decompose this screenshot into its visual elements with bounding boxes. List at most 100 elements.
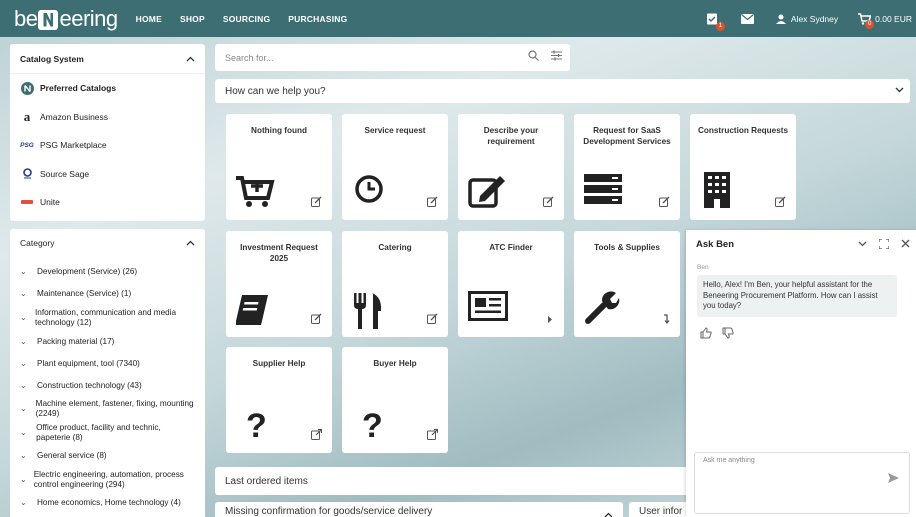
sourcesage-icon: [20, 168, 34, 179]
user-menu[interactable]: Alex Sydney: [775, 13, 839, 24]
chat-input-placeholder: Ask me anything: [703, 457, 755, 464]
newspaper-icon: [468, 291, 508, 324]
mail-icon: [741, 13, 755, 24]
messages-button[interactable]: [740, 12, 756, 26]
cart-button[interactable]: 0 0.00 EUR: [858, 12, 912, 29]
category-item[interactable]: ⌄ Packing material (17): [10, 331, 205, 353]
logo[interactable]: be eering: [14, 6, 118, 32]
chat-message: Hello, Alex! I'm Ben, your helpful assis…: [697, 275, 897, 317]
tile-title: ATC Finder: [489, 243, 533, 252]
psg-icon: PSG: [20, 141, 34, 149]
missing-confirmation-header[interactable]: Missing confirmation for goods/service d…: [215, 502, 623, 517]
chevron-down-icon: ⌄: [20, 451, 27, 460]
category-item[interactable]: ⌄ General service (8): [10, 445, 205, 467]
chevron-down-icon: ⌄: [20, 313, 27, 322]
edit-icon: [775, 196, 786, 210]
last-ordered-title: Last ordered items: [225, 475, 308, 487]
category-label: Packing material (17): [37, 337, 115, 346]
nav-purchasing[interactable]: PURCHASING: [288, 14, 347, 24]
wrench-icon: [584, 289, 620, 328]
minimize-chevron-icon[interactable]: [858, 239, 867, 252]
unite-icon: [20, 200, 34, 205]
chevron-down-icon: ⌄: [20, 404, 27, 413]
tile-buyer-help[interactable]: Buyer Help ?: [342, 347, 448, 453]
send-icon[interactable]: [888, 473, 899, 485]
chat-input[interactable]: Ask me anything: [694, 452, 910, 514]
tile-saas-request[interactable]: Request for SaaS Development Services: [574, 114, 680, 220]
search-icon[interactable]: [528, 50, 539, 63]
category-item[interactable]: ⌄ Electric engineering, automation, proce…: [10, 467, 205, 493]
tile-service-request[interactable]: Service request: [342, 114, 448, 220]
external-link-icon: [311, 428, 323, 443]
search-bar: Search for...: [215, 44, 570, 71]
play-icon: [546, 315, 554, 327]
category-item[interactable]: ⌄ Machine element, fastener, fixing, moun…: [10, 397, 205, 421]
catalog-item-sourcesage[interactable]: Source Sage: [10, 160, 205, 189]
message-sender: Ben: [697, 264, 709, 271]
user-icon: [775, 14, 786, 24]
thumbs-down-icon[interactable]: [722, 327, 734, 342]
category-item[interactable]: ⌄ Plant equipment, tool (7340): [10, 353, 205, 375]
tile-investment-request[interactable]: Investment Request 2025: [226, 231, 332, 337]
tile-catering[interactable]: Catering: [342, 231, 448, 337]
catalog-system-panel: Catalog System Preferred Catalogs a Amaz…: [10, 44, 205, 221]
building-icon: [704, 172, 730, 211]
tile-supplier-help[interactable]: Supplier Help ?: [226, 347, 332, 453]
thumbs-up-icon[interactable]: [700, 327, 712, 342]
edit-icon: [427, 313, 438, 327]
category-label: Information, communication and media tec…: [35, 308, 177, 327]
nav-home[interactable]: HOME: [136, 14, 162, 24]
catalog-item-psg[interactable]: PSG PSG Marketplace: [10, 131, 205, 160]
chevron-down-icon: ⌄: [20, 428, 27, 437]
approvals-button[interactable]: 1: [704, 12, 725, 31]
tile-tools-supplies[interactable]: Tools & Supplies: [574, 231, 680, 337]
edit-icon: [311, 196, 322, 210]
edit-icon: [427, 196, 438, 210]
pencil-note-icon: [468, 174, 508, 211]
category-label: Plant equipment, tool (7340): [37, 359, 140, 368]
chevron-up-icon: [186, 54, 195, 64]
tile-construction-requests[interactable]: Construction Requests: [690, 114, 796, 220]
last-ordered-header[interactable]: Last ordered items: [215, 467, 695, 495]
catalog-item-amazon[interactable]: a Amazon Business: [10, 103, 205, 132]
expand-icon[interactable]: [878, 238, 890, 252]
category-label: Office product, facility and technic, pa…: [36, 423, 161, 442]
tile-atc-finder[interactable]: ATC Finder: [458, 231, 564, 337]
filter-settings-icon[interactable]: [551, 50, 562, 63]
book-icon: [236, 295, 268, 328]
category-item[interactable]: ⌄ Information, communication and media te…: [10, 305, 205, 331]
clock-icon: [354, 174, 384, 207]
tile-describe-requirement[interactable]: Describe your requirement: [458, 114, 564, 220]
user-name: Alex Sydney: [790, 13, 839, 24]
catalog-item-label: Source Sage: [40, 168, 90, 179]
catalog-item-label: PSG Marketplace: [40, 140, 107, 151]
nav-shop[interactable]: SHOP: [180, 14, 205, 24]
chevron-up-icon: [604, 510, 613, 517]
cutlery-icon: [354, 293, 382, 332]
chevron-down-icon: [895, 85, 904, 96]
tile-title: Investment Request 2025: [240, 243, 318, 263]
close-icon[interactable]: [901, 239, 910, 252]
chat-title: Ask Ben: [696, 238, 735, 250]
catalog-system-header[interactable]: Catalog System: [10, 44, 205, 74]
tile-title: Describe your requirement: [483, 126, 539, 146]
search-input[interactable]: Search for...: [225, 53, 274, 63]
catalog-item-unite[interactable]: Unite: [10, 188, 205, 217]
chevron-down-icon: ⌄: [20, 381, 27, 390]
category-item[interactable]: ⌄ Maintenance (Service) (1): [10, 283, 205, 305]
catalog-item-preferred[interactable]: Preferred Catalogs: [10, 74, 205, 103]
nav-sourcing[interactable]: SOURCING: [223, 14, 270, 24]
category-item[interactable]: ⌄ Home economics, Home technology (4): [10, 493, 205, 513]
category-item[interactable]: ⌄ Construction technology (43): [10, 375, 205, 397]
help-title: How can we help you?: [225, 85, 326, 97]
catalog-item-label: Preferred Catalogs: [40, 83, 117, 94]
category-item[interactable]: ⌄ Office product, facility and technic, p…: [10, 421, 205, 445]
tile-nothing-found[interactable]: Nothing found: [226, 114, 332, 220]
tile-title: Nothing found: [251, 126, 307, 135]
category-label: Maintenance (Service) (1): [37, 289, 132, 298]
tile-title: Catering: [378, 243, 412, 252]
category-header[interactable]: Category: [10, 229, 205, 257]
help-section-header[interactable]: How can we help you?: [215, 79, 910, 103]
category-item[interactable]: ⌄ Development (Service) (26): [10, 261, 205, 283]
category-label: Construction technology (43): [37, 381, 142, 390]
